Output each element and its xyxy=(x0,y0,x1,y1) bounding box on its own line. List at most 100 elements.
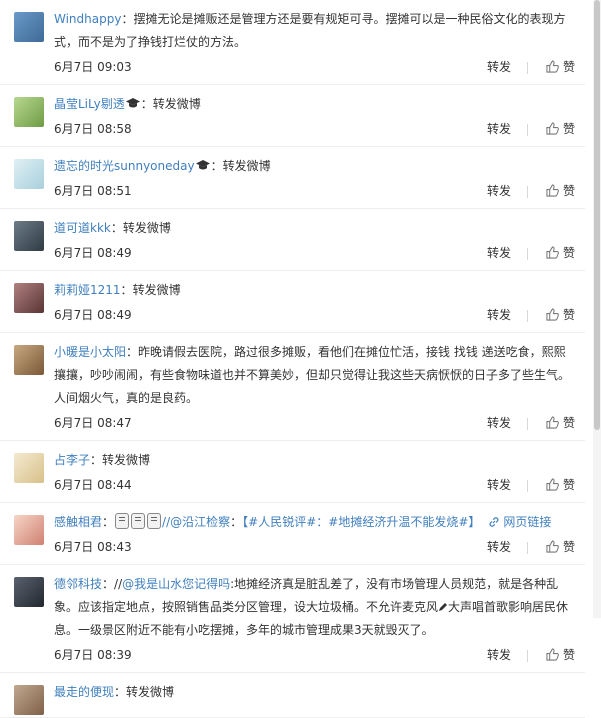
divider xyxy=(526,123,528,136)
repost-prefix: // xyxy=(114,577,123,591)
thumbs-up-icon xyxy=(546,478,559,491)
avatar[interactable] xyxy=(14,345,44,375)
colon: ： xyxy=(120,283,133,297)
comment-user-link[interactable]: 占李子 xyxy=(54,453,90,467)
comment-user-link[interactable]: 感触相君 xyxy=(54,515,102,529)
comment-text: 转发微博 xyxy=(152,97,201,111)
avatar[interactable] xyxy=(14,283,44,313)
comment-user-link[interactable]: Windhappy xyxy=(54,12,121,26)
emoji-icon xyxy=(131,513,146,529)
divider xyxy=(526,185,528,198)
forward-button[interactable]: 转发 xyxy=(487,536,511,558)
thumbs-up-icon xyxy=(546,308,559,321)
comment-time: 6月7日 08:43 xyxy=(54,540,132,554)
divider xyxy=(526,247,528,260)
comment-user-link[interactable]: 小暖是小太阳 xyxy=(54,345,126,359)
comment-item: Windhappy：摆摊无论是摊贩还是管理方还是要有规矩可寻。摆摊可以是一种民俗… xyxy=(0,0,585,85)
comment-text: 转发微博 xyxy=(132,283,181,297)
topic-tag-link[interactable]: ：#地摊经济升温不能发烧#】 xyxy=(316,515,480,529)
forward-button[interactable]: 转发 xyxy=(487,304,511,326)
colon: ： xyxy=(102,577,115,591)
colon: ： xyxy=(110,221,123,235)
like-button[interactable]: 赞 xyxy=(546,242,575,264)
like-label: 赞 xyxy=(562,540,575,554)
like-label: 赞 xyxy=(562,416,575,430)
like-label: 赞 xyxy=(562,648,575,662)
comment-time: 6月7日 08:49 xyxy=(54,308,132,322)
comment-user-link[interactable]: 道可道kkk xyxy=(54,221,111,235)
thumbs-up-icon xyxy=(546,60,559,73)
avatar[interactable] xyxy=(14,159,44,189)
forward-button[interactable]: 转发 xyxy=(487,644,511,666)
comment-item: 莉莉娅1211：转发微博 6月7日 08:49 转发 赞 xyxy=(0,271,585,333)
comment-time: 6月7日 08:58 xyxy=(54,122,132,136)
like-button[interactable]: 赞 xyxy=(546,118,575,140)
forward-button[interactable]: 转发 xyxy=(487,412,511,434)
divider xyxy=(526,541,528,554)
colon: ： xyxy=(210,159,223,173)
thumbs-up-icon xyxy=(546,416,559,429)
emoji-icon xyxy=(115,513,130,529)
avatar[interactable] xyxy=(14,97,44,127)
colon: ： xyxy=(102,515,115,529)
divider xyxy=(526,61,528,74)
avatar[interactable] xyxy=(14,453,44,483)
like-button[interactable]: 赞 xyxy=(546,304,575,326)
comment-item: 德邻科技：//@我是山水您记得吗:地摊经济真是脏乱差了，没有市场管理人员规范，就… xyxy=(0,565,585,673)
colon: ： xyxy=(90,453,103,467)
comment-user-link[interactable]: 莉莉娅1211 xyxy=(54,283,121,297)
avatar[interactable] xyxy=(14,221,44,251)
comment-user-link[interactable]: 最走的便现 xyxy=(54,685,114,699)
scrollbar[interactable] xyxy=(593,0,601,618)
like-button[interactable]: 赞 xyxy=(546,644,575,666)
thumbs-up-icon xyxy=(546,184,559,197)
avatar[interactable] xyxy=(14,12,44,42)
comment-item: 占李子：转发微博 6月7日 08:44 转发 赞 xyxy=(0,441,585,503)
comment-item: 道可道kkk：转发微博 6月7日 08:49 转发 赞 xyxy=(0,209,585,271)
forward-button[interactable]: 转发 xyxy=(487,474,511,496)
avatar[interactable] xyxy=(14,515,44,545)
web-link[interactable]: 网页链接 xyxy=(503,515,551,529)
comment-item: 晶莹LiLy剔透 ：转发微博 6月7日 08:58 转发 赞 xyxy=(0,85,585,147)
like-button[interactable]: 赞 xyxy=(546,536,575,558)
like-label: 赞 xyxy=(562,60,575,74)
thumbs-up-icon xyxy=(546,122,559,135)
emoji-icon xyxy=(147,513,162,529)
comment-text: 转发微博 xyxy=(102,453,151,467)
comment-time: 6月7日 08:47 xyxy=(54,416,132,430)
like-label: 赞 xyxy=(562,246,575,260)
avatar[interactable] xyxy=(14,685,44,715)
comment-item: 最走的便现：转发微博 xyxy=(0,673,585,718)
forward-button[interactable]: 转发 xyxy=(487,118,511,140)
comment-user-link[interactable]: 遗忘的时光sunnyoneday xyxy=(54,159,195,173)
like-button[interactable]: 赞 xyxy=(546,474,575,496)
colon: ： xyxy=(114,685,127,699)
mention-link[interactable]: //@沿江检察 xyxy=(162,515,230,529)
like-button[interactable]: 赞 xyxy=(546,56,575,78)
comment-time: 6月7日 08:51 xyxy=(54,184,132,198)
scrollbar-thumb[interactable] xyxy=(594,0,600,430)
comment-user-link[interactable]: 晶莹LiLy剔透 xyxy=(54,97,125,111)
like-label: 赞 xyxy=(562,478,575,492)
comment-item: 遗忘的时光sunnyoneday ：转发微博 6月7日 08:51 转发 赞 xyxy=(0,147,585,209)
link-icon xyxy=(489,517,499,527)
colon: ： xyxy=(230,515,243,529)
avatar[interactable] xyxy=(14,577,44,607)
colon: ： xyxy=(126,345,139,359)
mention-link[interactable]: @我是山水您记得吗 xyxy=(122,577,230,591)
comment-item: 感触相君：//@沿江检察：【#人民锐评#：#地摊经济升温不能发烧#】 网页链接 6… xyxy=(0,503,585,565)
forward-button[interactable]: 转发 xyxy=(487,56,511,78)
like-label: 赞 xyxy=(562,184,575,198)
forward-button[interactable]: 转发 xyxy=(487,180,511,202)
topic-tag-link[interactable]: 【#人民锐评# xyxy=(242,515,316,529)
comment-text: 转发微博 xyxy=(122,221,171,235)
graduation-cap-icon xyxy=(125,98,140,108)
forward-button[interactable]: 转发 xyxy=(487,242,511,264)
like-button[interactable]: 赞 xyxy=(546,180,575,202)
colon: ： xyxy=(140,97,153,111)
thumbs-up-icon xyxy=(546,540,559,553)
comment-user-link[interactable]: 德邻科技 xyxy=(54,577,102,591)
divider xyxy=(526,417,528,430)
microphone-icon xyxy=(439,603,448,611)
like-button[interactable]: 赞 xyxy=(546,412,575,434)
